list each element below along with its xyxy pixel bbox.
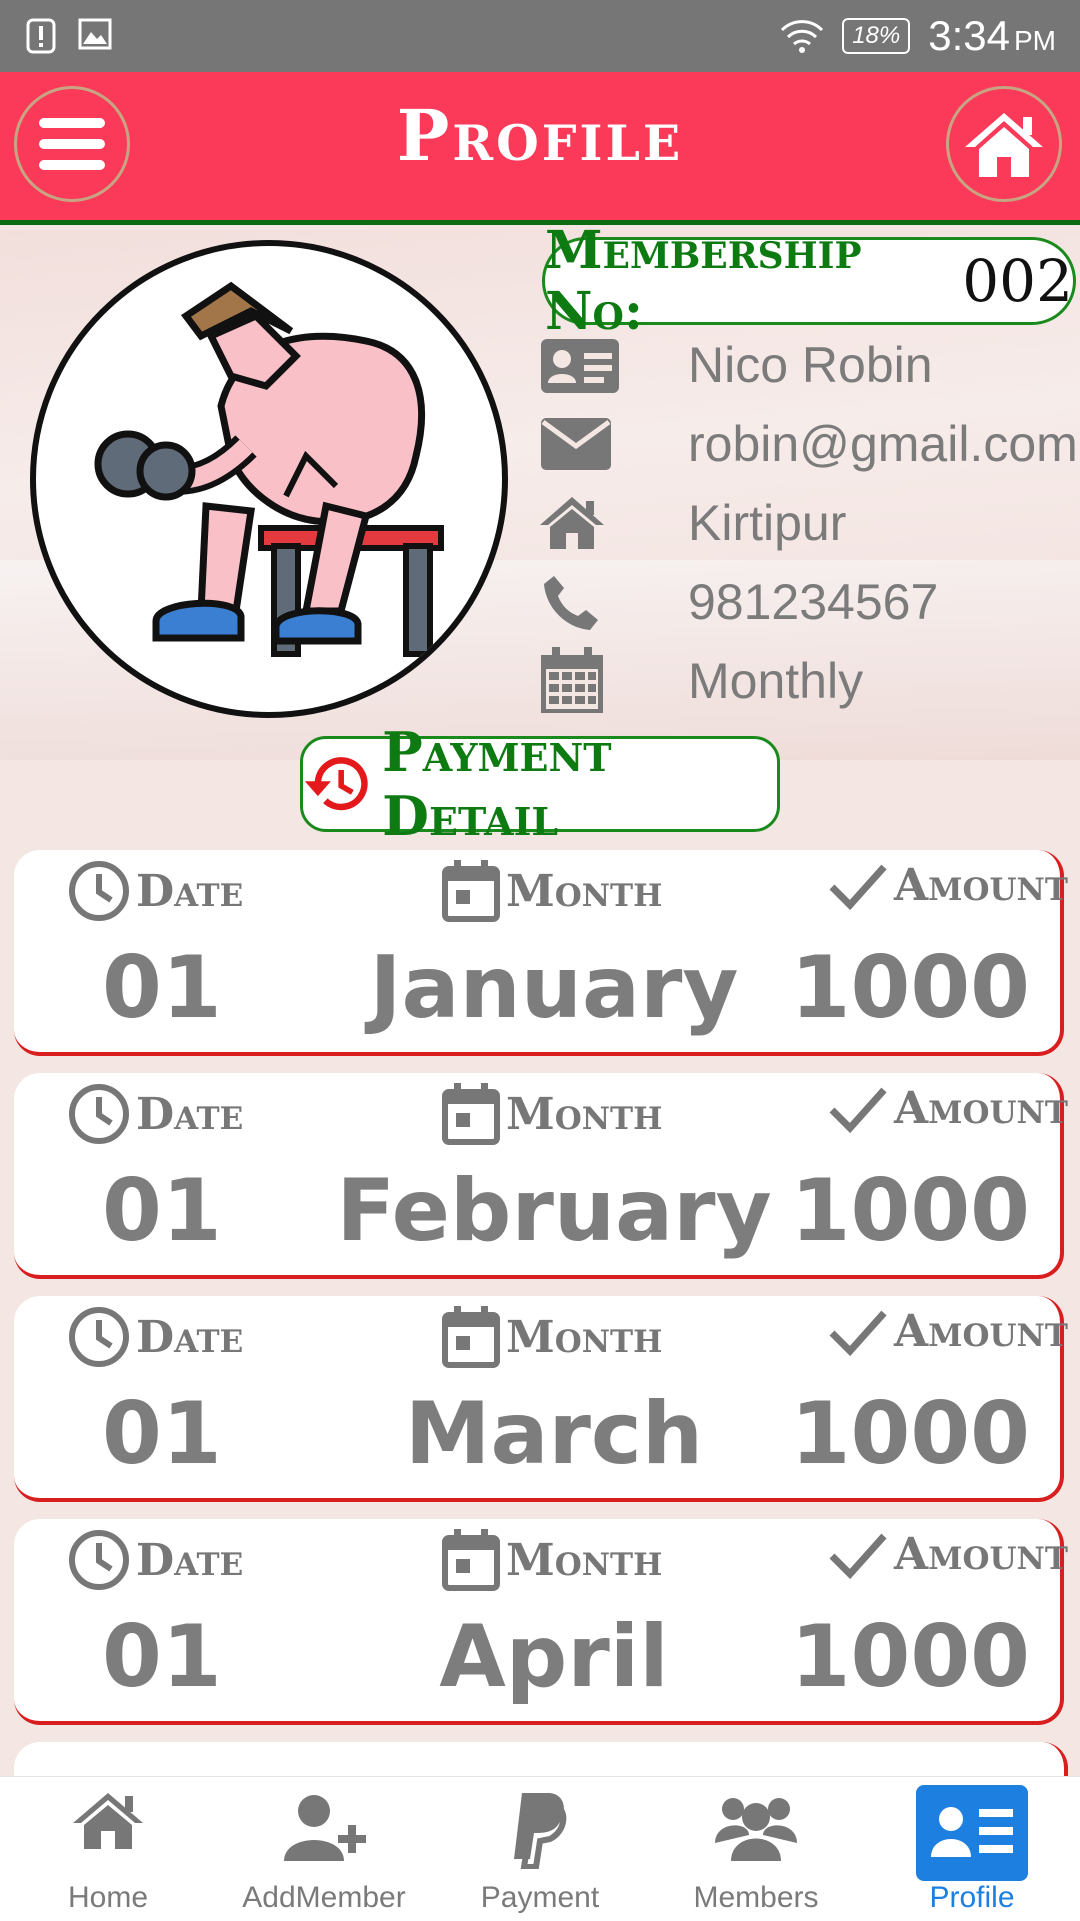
home-button[interactable]: [946, 86, 1062, 202]
date-header: Date: [68, 1306, 243, 1368]
history-icon: [304, 757, 368, 811]
month-header-label: Month: [506, 1088, 663, 1140]
month-header: Month: [442, 1083, 662, 1145]
month-header: Month: [442, 860, 662, 922]
calendar-icon: [442, 1306, 500, 1368]
calendar-icon: [541, 647, 603, 713]
add-user-icon: [284, 1795, 366, 1861]
home-icon: [73, 1793, 143, 1849]
date-header-label: Date: [136, 1534, 244, 1586]
membership-badge: Membership No: 002: [542, 220, 1076, 342]
date-header: Date: [68, 1083, 243, 1145]
gallery-notification-icon: [78, 18, 112, 50]
date-header-label: Date: [136, 1311, 244, 1363]
envelope-icon: [541, 418, 611, 470]
nav-members[interactable]: Members: [648, 1777, 864, 1921]
id-card-icon: [541, 339, 619, 393]
home-address-icon: [540, 497, 604, 549]
nav-payment[interactable]: Payment: [432, 1777, 648, 1921]
page-title: Profile: [396, 94, 684, 177]
nav-home[interactable]: Home: [0, 1777, 216, 1921]
app-bar: Profile: [0, 72, 1080, 225]
nav-payment-label: Payment: [480, 1881, 600, 1914]
payment-amount: 1000: [790, 938, 1030, 1038]
nav-add-member-label: AddMember: [242, 1881, 406, 1914]
payment-card: Date Month Amount 01 April 1000: [14, 1519, 1068, 1725]
calendar-icon: [442, 860, 500, 922]
info-row-plan: Monthly: [540, 646, 863, 716]
battery-indicator: 18%: [842, 18, 911, 54]
calendar-icon: [442, 1529, 500, 1591]
payment-detail-label: Payment Detail: [382, 720, 612, 848]
alert-notification-icon: [26, 18, 56, 54]
membership-number: 002: [962, 247, 1073, 315]
amount-header-label: Amount: [894, 1529, 1068, 1580]
paypal-icon: [514, 1793, 567, 1869]
nav-members-label: Members: [693, 1881, 819, 1914]
member-plan: Monthly: [688, 653, 864, 709]
payment-card: Date Month Amount 01 March 1000: [14, 1296, 1068, 1502]
payment-card: Date Month Amount 01 January 1000: [14, 850, 1068, 1056]
amount-header: Amount: [828, 1529, 1068, 1580]
month-header: Month: [442, 1306, 662, 1368]
id-card-icon: [931, 1807, 1013, 1857]
date-header: Date: [68, 1529, 243, 1591]
weightlifter-illustration: [94, 281, 444, 657]
nav-profile-label: Profile: [929, 1881, 1015, 1914]
check-icon: [829, 1087, 887, 1133]
date-header-label: Date: [136, 865, 244, 917]
month-header-label: Month: [506, 1311, 663, 1363]
clock-icon: [69, 1530, 129, 1590]
avatar: [30, 240, 508, 718]
info-row-address: Kirtipur: [540, 488, 846, 558]
wifi-icon: [781, 20, 824, 53]
amount-header-label: Amount: [894, 1083, 1068, 1134]
nav-profile[interactable]: Profile: [864, 1777, 1080, 1921]
payment-date: 01: [102, 938, 222, 1038]
date-header-label: Date: [136, 1088, 244, 1140]
info-row-name: Nico Robin: [540, 330, 933, 400]
payment-date: 01: [102, 1607, 222, 1707]
payment-date: 01: [102, 1161, 222, 1261]
clock: 3:34 PM: [928, 12, 1056, 60]
amount-header: Amount: [828, 1306, 1068, 1357]
phone-icon: [544, 576, 598, 630]
clock-time: 3:34: [928, 12, 1010, 59]
nav-add-member[interactable]: AddMember: [216, 1777, 432, 1921]
member-name: Nico Robin: [688, 337, 933, 393]
month-header: Month: [442, 1529, 662, 1591]
amount-header: Amount: [828, 860, 1068, 911]
payment-date: 01: [102, 1384, 222, 1484]
info-row-phone: 981234567: [540, 567, 938, 637]
check-icon: [829, 1533, 887, 1579]
calendar-icon: [442, 1083, 500, 1145]
month-header-label: Month: [506, 1534, 663, 1586]
clock-icon: [69, 1084, 129, 1144]
check-icon: [829, 1310, 887, 1356]
amount-header-label: Amount: [894, 1306, 1068, 1357]
check-icon: [829, 864, 887, 910]
date-header: Date: [68, 860, 243, 922]
member-address: Kirtipur: [688, 495, 847, 551]
membership-label: Membership No:: [545, 220, 862, 342]
home-icon: [965, 113, 1043, 177]
clock-icon: [69, 861, 129, 921]
payment-amount: 1000: [790, 1607, 1030, 1707]
status-bar: 18% 3:34 PM: [0, 0, 1080, 72]
month-header-label: Month: [506, 865, 663, 917]
bottom-navigation: Home AddMember Payment Members Profile: [0, 1776, 1080, 1921]
payment-amount: 1000: [790, 1161, 1030, 1261]
member-phone: 981234567: [688, 574, 939, 630]
payment-card: Date Month Amount 01 February 1000: [14, 1073, 1068, 1279]
group-icon: [715, 1798, 797, 1861]
clock-ampm: PM: [1014, 25, 1056, 56]
info-row-email: robin@gmail.com: [540, 409, 1078, 479]
payment-detail-button[interactable]: Payment Detail: [300, 720, 780, 848]
member-email: robin@gmail.com: [688, 416, 1078, 472]
payment-amount: 1000: [790, 1384, 1030, 1484]
nav-home-label: Home: [67, 1881, 149, 1914]
amount-header-label: Amount: [894, 860, 1068, 911]
clock-icon: [69, 1307, 129, 1367]
amount-header: Amount: [828, 1083, 1068, 1134]
